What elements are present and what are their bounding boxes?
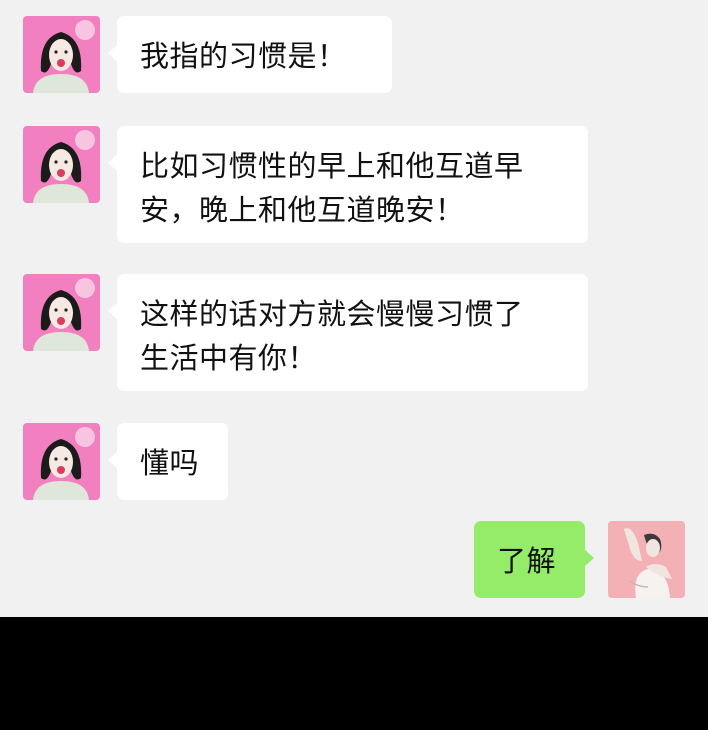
my-avatar[interactable] <box>608 521 685 598</box>
message-bubble[interactable]: 懂吗 <box>108 423 228 500</box>
message-bubble[interactable]: 比如习惯性的早上和他互道早 安，晚上和他互道晚安！ <box>108 126 588 243</box>
chat-view[interactable]: 我指的习惯是！ 比如习惯性的早上和他互道早 安，晚上和他互道晚安！ 这样的话对方… <box>0 0 708 617</box>
woman-blowing-bubble-icon <box>23 16 100 93</box>
message-bubble[interactable]: 我指的习惯是！ <box>108 16 392 93</box>
message-bubble[interactable]: 这样的话对方就会慢慢习惯了 生活中有你！ <box>108 274 588 391</box>
contact-avatar[interactable] <box>23 126 100 203</box>
woman-blowing-bubble-icon <box>23 126 100 203</box>
woman-raising-arm-icon <box>608 521 685 598</box>
message-bubble[interactable]: 了解 <box>474 521 594 598</box>
contact-avatar[interactable] <box>23 274 100 351</box>
woman-blowing-bubble-icon <box>23 423 100 500</box>
black-bottom-bar <box>0 617 708 730</box>
contact-avatar[interactable] <box>23 16 100 93</box>
contact-avatar[interactable] <box>23 423 100 500</box>
woman-blowing-bubble-icon <box>23 274 100 351</box>
